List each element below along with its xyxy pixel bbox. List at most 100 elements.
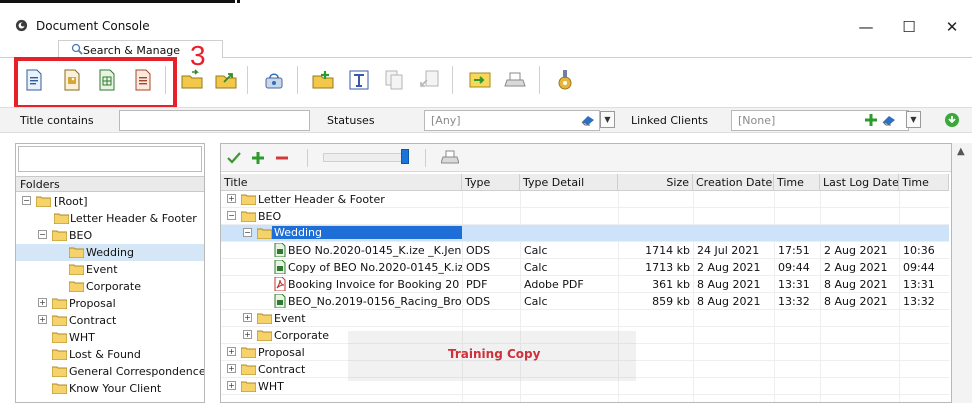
export-icon[interactable] xyxy=(214,68,238,92)
expand-icon[interactable]: + xyxy=(227,347,236,356)
tab-label: Search & Manage xyxy=(83,44,181,57)
chevron-down-icon[interactable]: ▼ xyxy=(906,111,921,128)
move-icon[interactable] xyxy=(418,68,442,92)
rename-icon[interactable] xyxy=(347,68,371,92)
folder-icon xyxy=(69,264,84,275)
tab-strip: Search & Manage xyxy=(0,40,972,58)
toolbar-separator xyxy=(307,149,308,167)
table-row[interactable]: BEO_No.2019-0156_Racing_Bros_on ODS Calc… xyxy=(221,293,949,310)
eraser-icon[interactable] xyxy=(580,114,596,126)
tree-item-letter-header[interactable]: Letter Header & Footer xyxy=(16,210,204,227)
title-contains-input[interactable] xyxy=(119,110,310,131)
column-header-time[interactable]: Time xyxy=(774,174,820,191)
toolbar-separator xyxy=(425,149,426,167)
tree-item-contract[interactable]: + Contract xyxy=(16,312,204,329)
grid-folder-row[interactable]: + Letter Header & Footer xyxy=(221,191,949,208)
pdf-file-icon xyxy=(274,277,286,291)
column-header-type[interactable]: Type xyxy=(462,174,520,191)
table-row[interactable]: Copy of BEO No.2020-0145_K.ize _K ODS Ca… xyxy=(221,259,949,276)
column-header-type-detail[interactable]: Type Detail xyxy=(520,174,618,191)
tree-item-general-correspondence[interactable]: General Correspondence xyxy=(16,363,204,380)
folder-icon xyxy=(257,330,272,341)
expand-icon[interactable]: + xyxy=(227,381,236,390)
grid-toolbar xyxy=(221,144,951,172)
collapse-icon[interactable]: − xyxy=(227,211,236,220)
statuses-select[interactable]: [Any] xyxy=(424,110,600,131)
folder-search-input[interactable] xyxy=(18,146,202,172)
copy-icon[interactable] xyxy=(382,68,406,92)
tree-item-corporate[interactable]: Corporate xyxy=(16,278,204,295)
filter-bar: Title contains Statuses [Any] ▼ Linked C… xyxy=(0,107,972,133)
scan-icon[interactable] xyxy=(262,68,286,92)
linked-clients-value: [None] xyxy=(738,114,776,127)
add-icon[interactable] xyxy=(864,113,878,127)
tree-item-know-your-client[interactable]: Know Your Client xyxy=(16,380,204,397)
close-button[interactable]: ✕ xyxy=(935,14,969,40)
top-edge xyxy=(0,0,972,4)
email-icon[interactable] xyxy=(468,68,492,92)
annotation-number: 3 xyxy=(190,40,206,71)
toolbar-separator xyxy=(452,66,453,94)
expand-icon[interactable]: + xyxy=(243,330,252,339)
column-header-creation-date[interactable]: Creation Date xyxy=(693,174,774,191)
column-header-title[interactable]: Title xyxy=(221,174,462,191)
annotation-highlight-box xyxy=(14,57,177,109)
scroll-up-icon[interactable]: ▲ xyxy=(957,146,965,157)
folder-icon xyxy=(241,194,256,205)
expand-icon[interactable]: + xyxy=(243,313,252,322)
settings-icon[interactable] xyxy=(553,68,577,92)
statuses-value: [Any] xyxy=(431,114,461,127)
toolbar-separator xyxy=(297,66,298,94)
zoom-slider-thumb[interactable] xyxy=(401,149,409,164)
new-folder-icon[interactable] xyxy=(311,68,335,92)
maximize-button[interactable]: ☐ xyxy=(892,14,926,40)
expand-icon[interactable]: + xyxy=(38,315,47,324)
check-icon[interactable] xyxy=(227,151,241,165)
print-icon[interactable] xyxy=(503,68,527,92)
collapse-icon[interactable]: − xyxy=(22,196,31,205)
collapse-icon[interactable]: − xyxy=(243,228,252,237)
table-row[interactable]: Booking Invoice for Booking 20 PDF Adobe… xyxy=(221,276,949,293)
chevron-down-icon[interactable]: ▼ xyxy=(600,111,615,128)
title-bar: Document Console — ☐ ✕ xyxy=(0,6,972,40)
column-header-size[interactable]: Size xyxy=(618,174,693,191)
linked-clients-label: Linked Clients xyxy=(631,114,708,127)
folder-icon xyxy=(257,313,272,324)
folders-panel: Folders − [Root] Letter Header & Footer … xyxy=(15,143,205,403)
print-icon[interactable] xyxy=(441,149,459,165)
tree-item-lost-found[interactable]: Lost & Found xyxy=(16,346,204,363)
folder-icon xyxy=(52,315,67,326)
app-logo-icon xyxy=(15,19,28,32)
toolbar-separator xyxy=(247,66,248,94)
column-header-last-time[interactable]: Time xyxy=(899,174,949,191)
watermark-text: Training Copy xyxy=(448,347,541,361)
refresh-icon[interactable] xyxy=(944,112,960,128)
folder-icon xyxy=(52,332,67,343)
tree-item-root[interactable]: − [Root] xyxy=(16,193,204,210)
expand-icon[interactable]: + xyxy=(227,194,236,203)
tree-item-proposal[interactable]: + Proposal xyxy=(16,295,204,312)
collapse-icon[interactable]: − xyxy=(38,230,47,239)
grid-folder-row-selected[interactable]: − Wedding xyxy=(221,225,949,242)
grid-folder-row[interactable]: − BEO xyxy=(221,208,949,225)
tree-item-beo[interactable]: − BEO xyxy=(16,227,204,244)
folder-icon xyxy=(241,211,256,222)
remove-icon[interactable] xyxy=(275,151,289,165)
tree-item-event[interactable]: Event xyxy=(16,261,204,278)
folder-icon xyxy=(36,196,51,207)
column-header-last-log-date[interactable]: Last Log Date xyxy=(820,174,899,191)
table-row[interactable]: BEO No.2020-0145_K.ize _K.Jeng W ODS Cal… xyxy=(221,242,949,259)
zoom-slider[interactable] xyxy=(323,153,409,162)
minimize-button[interactable]: — xyxy=(849,14,883,40)
title-contains-label: Title contains xyxy=(20,114,94,127)
expand-icon[interactable]: + xyxy=(38,298,47,307)
tree-item-wht[interactable]: WHT xyxy=(16,329,204,346)
spreadsheet-file-icon xyxy=(274,243,286,257)
expand-icon[interactable]: + xyxy=(227,364,236,373)
eraser-icon[interactable] xyxy=(881,114,897,126)
vertical-scrollbar[interactable]: ▲ xyxy=(952,143,972,403)
grid-folder-row[interactable]: + Event xyxy=(221,310,949,327)
folder-icon xyxy=(257,228,272,239)
add-icon[interactable] xyxy=(251,151,265,165)
tree-item-wedding[interactable]: Wedding xyxy=(16,244,204,261)
